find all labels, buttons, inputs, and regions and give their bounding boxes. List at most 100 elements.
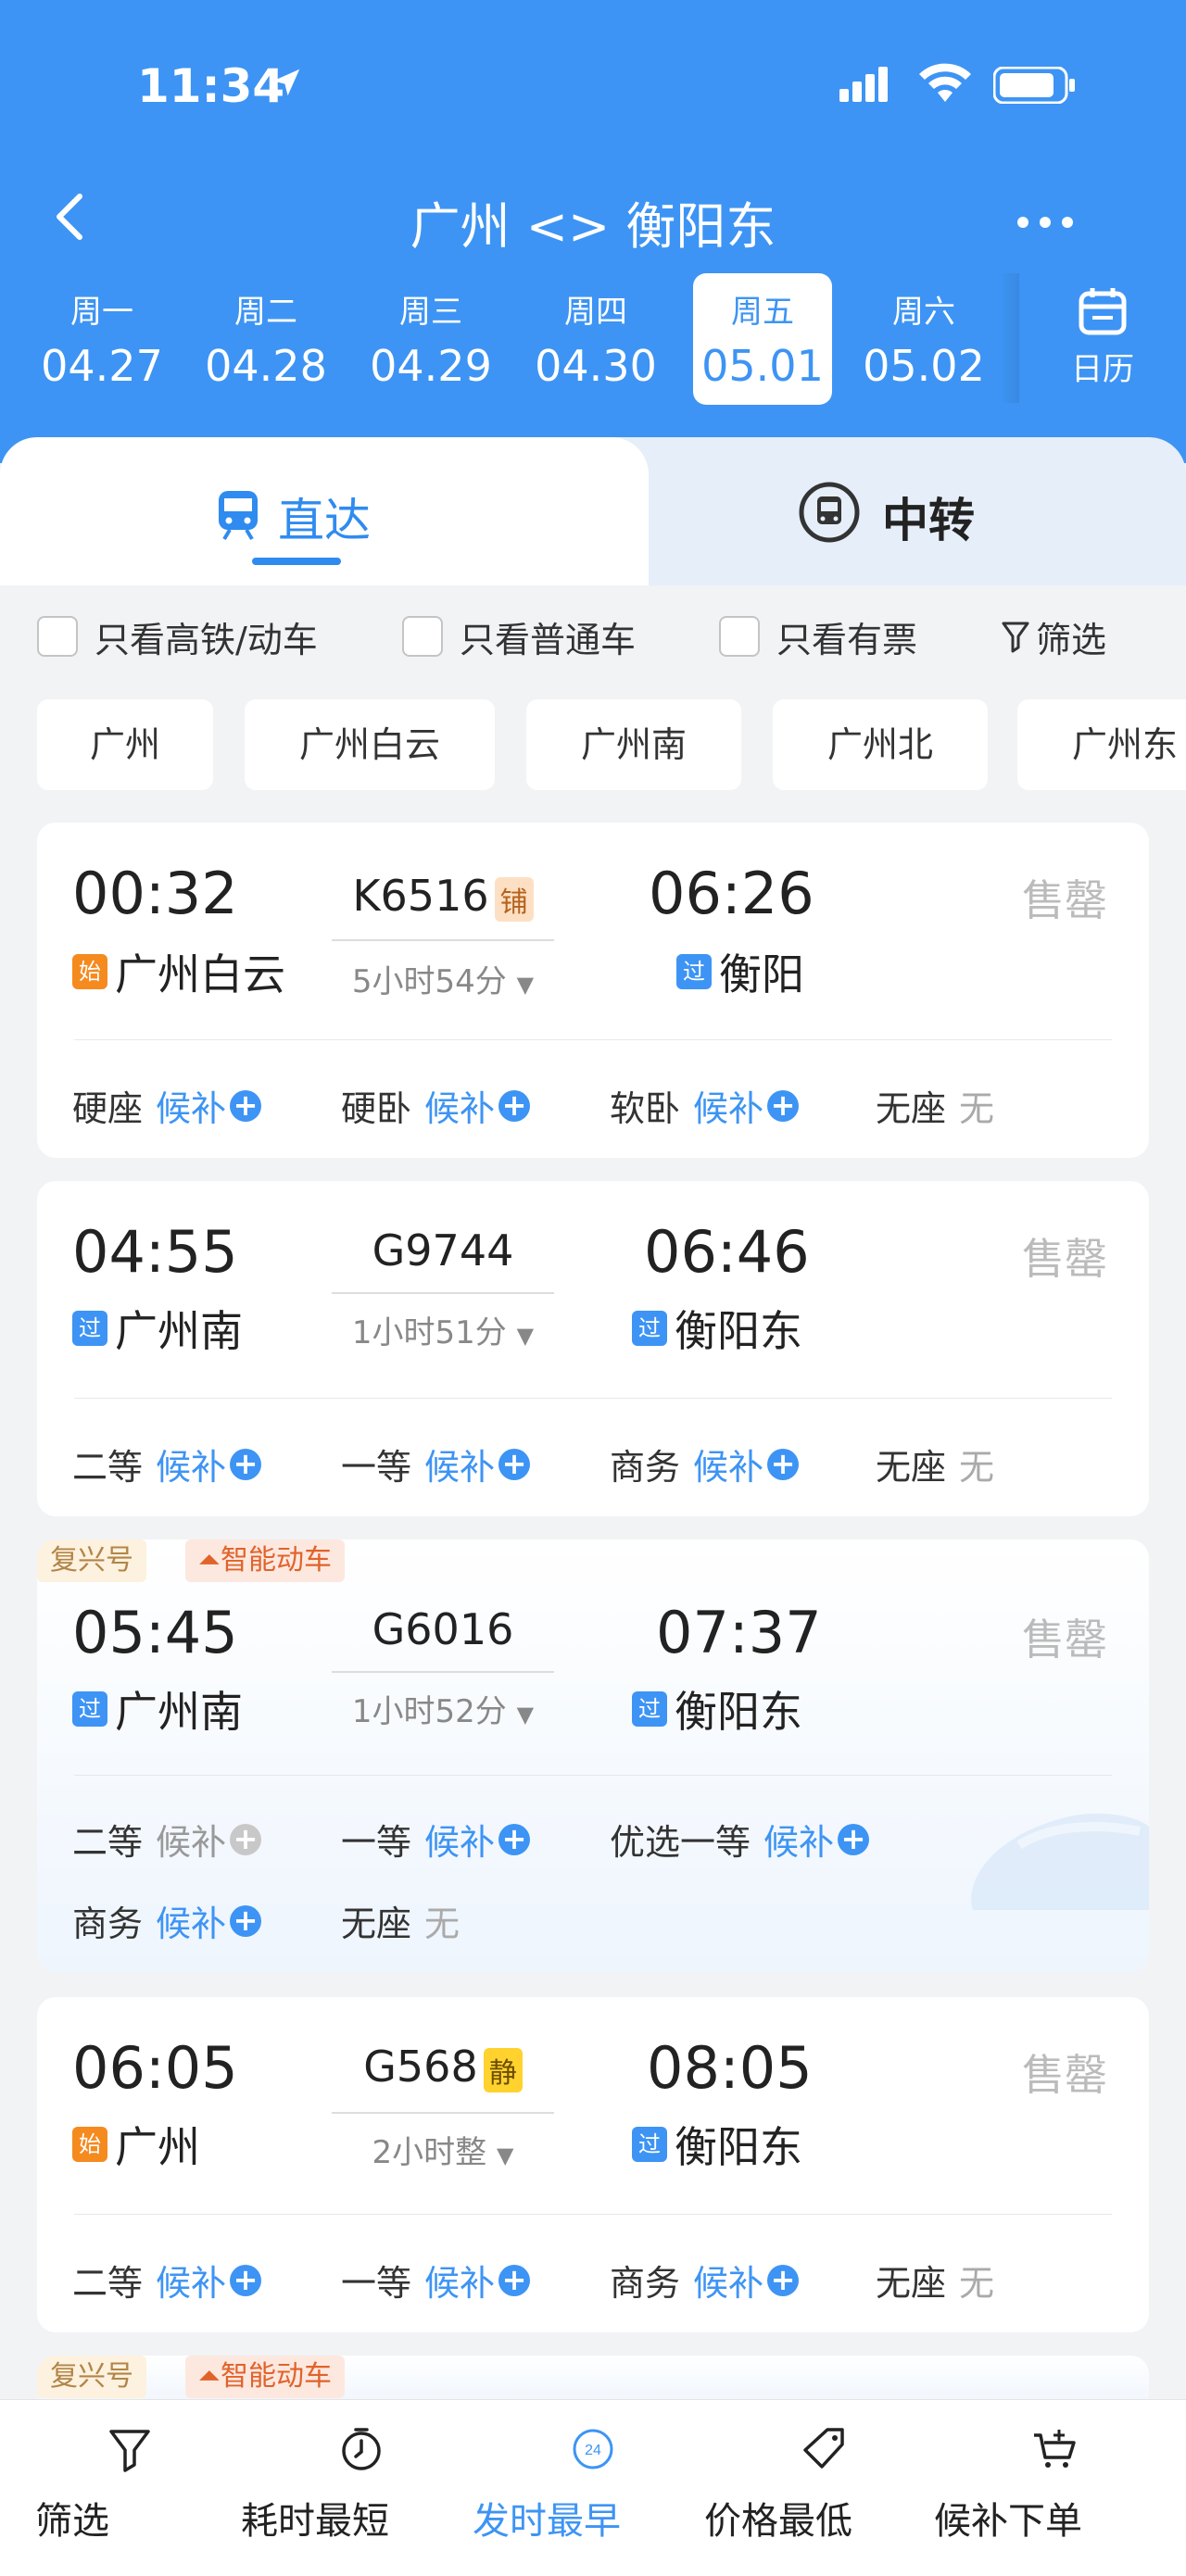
seat-option[interactable]: 优选一等 候补 + [610,1814,870,1865]
seat-state: 候补 [693,1447,764,1488]
seat-option[interactable]: 一等 候补 + [341,1439,531,1489]
date-item[interactable]: 周三 04.29 [361,273,500,403]
seat-name: 软卧 [610,1088,681,1129]
calendar-button[interactable]: 日历 [1019,273,1186,403]
seat-option[interactable]: 商务 候补 + [610,1439,800,1489]
station-chip[interactable]: 广州白云 [245,699,495,790]
wifi-icon [919,63,971,102]
plus-icon: + [767,1448,800,1480]
chevron-down-icon: ▼ [516,972,535,998]
seat-state: 候补 [156,1447,227,1488]
arrival-station: 过衡阳东 [632,1678,802,1740]
train-card[interactable]: 06:05 始广州 G568 静 2小时整 ▼ 08:05 过衡阳东 售罄 二等候… [37,1997,1149,2332]
seat-name: 商务 [610,1447,681,1488]
waitlist-order-button[interactable]: 候补下单 [934,2400,1173,2576]
location-arrow-icon [272,69,300,96]
seat-name: 硬卧 [341,1088,412,1129]
train-number: G6016 [332,1604,554,1654]
bottom-toolbar: 筛选 耗时最短 24 发时最早 价格最低 候补下单 [0,2399,1186,2576]
sold-out-label: 售罄 [1022,1234,1107,1284]
seat-name: 一等 [341,1822,412,1863]
duration[interactable]: 1小时52分 ▼ [332,1686,554,1731]
arrival-station: 过衡阳东 [632,1298,802,1359]
available-only-checkbox[interactable]: 只看有票 [719,613,917,660]
duration[interactable]: 1小时51分 ▼ [332,1307,554,1352]
duration[interactable]: 2小时整 ▼ [332,2127,554,2172]
seat-option[interactable]: 硬卧 候补 + [341,1080,531,1131]
date-item[interactable]: 周四 04.30 [526,273,665,403]
bottom-label: 价格最低 [704,2500,852,2543]
train-icon [219,491,258,541]
calendar-label: 日历 [1071,351,1134,388]
duration-text: 2小时整 [372,2134,487,2171]
divider [74,1398,1112,1399]
train-mini-icon: ⏶ [198,2360,221,2393]
seat-option[interactable]: 一等 候补 + [341,1814,531,1865]
normal-only-checkbox[interactable]: 只看普通车 [402,613,636,660]
date-item[interactable]: 周六 05.02 [854,273,993,403]
station-chip[interactable]: 广州南 [526,699,741,790]
date-value: 04.29 [370,341,492,391]
station-chips: 广州 广州白云 广州南 广州北 广州东 [0,699,1186,790]
plus-icon: + [498,1823,531,1855]
highspeed-only-checkbox[interactable]: 只看高铁/动车 [37,613,318,660]
station-chip[interactable]: 广州东 [1017,699,1186,790]
departure-station: 始广州 [72,2114,200,2175]
filter-icon [109,2430,150,2472]
pass-tag: 过 [632,2127,667,2162]
seat-option[interactable]: 二等 候补 + [72,1439,262,1489]
duration-text: 1小时51分 [351,1314,507,1351]
plus-icon: + [230,1448,262,1480]
duration-text: 1小时52分 [351,1693,507,1730]
station-chip[interactable]: 广州 [37,699,213,790]
train-mini-icon: ⏶ [198,1544,221,1577]
more-icon[interactable] [1010,187,1084,243]
seat-option[interactable]: 硬座 候补 + [72,1080,262,1131]
train-number: G9744 [332,1225,554,1275]
tab-direct-label: 直达 [278,494,371,547]
seat-name: 商务 [610,2263,681,2304]
seat-state: 无 [959,1088,995,1129]
pass-tag: 过 [72,1691,107,1727]
duration[interactable]: 5小时54分 ▼ [332,956,554,1001]
sort-duration-button[interactable]: 耗时最短 [241,2400,480,2576]
seat-option[interactable]: 商务 候补 + [610,2255,800,2306]
date-weekday: 周四 [564,294,627,331]
date-item[interactable]: 周一 04.27 [32,273,171,403]
tab-transfer[interactable]: 中转 [584,437,1186,585]
route-line [332,1292,554,1294]
seat-option[interactable]: 软卧 候补 + [610,1080,800,1131]
24h-icon-text: 24 [585,2443,601,2458]
tab-direct[interactable]: 直达 [0,437,649,585]
checkbox-box [37,616,78,657]
station-chip[interactable]: 广州北 [773,699,988,790]
nav-bar: 广州 <> 衡阳东 [0,176,1186,259]
plus-icon: + [230,1823,262,1855]
seat-option[interactable]: 商务 候补 + [72,1895,262,1946]
smart-emu-text: 智能动车 [221,1544,332,1577]
train-card[interactable]: 04:55 过广州南 G9744 1小时51分 ▼ 06:46 过衡阳东 售罄 … [37,1181,1149,1516]
seat-state: 候补 [424,1447,496,1488]
date-item-selected[interactable]: 周五 05.01 [693,273,832,405]
back-arrow-icon[interactable] [44,189,100,245]
seat-option: 无座无 [341,1895,460,1946]
date-item[interactable]: 周二 04.28 [196,273,335,403]
bottom-filter-button[interactable]: 筛选 [11,2400,248,2576]
chevron-down-icon: ▼ [516,1323,535,1349]
station-name: 广州南 [115,1687,243,1737]
sort-price-button[interactable]: 价格最低 [704,2400,943,2576]
seat-option[interactable]: 二等 候补 + [72,1814,262,1865]
sort-earliest-button[interactable]: 24 发时最早 [473,2400,712,2576]
train-card[interactable]: 复兴号 ⏶智能动车 05:45 过广州南 G6016 1小时52分 ▼ 07:3… [37,1539,1149,1973]
seat-option[interactable]: 一等 候补 + [341,2255,531,2306]
station-name: 广州白云 [115,949,285,999]
arrival-time: 07:37 [656,1599,822,1666]
pass-tag: 过 [632,1691,667,1727]
seat-option: 无座无 [876,1080,994,1131]
filter-label: 筛选 [1036,619,1107,660]
filter-link[interactable]: 筛选 [1001,613,1106,660]
train-card[interactable]: 00:32 始广州白云 K6516 铺 5小时54分 ▼ 06:26 过衡阳 售罄… [37,823,1149,1158]
seat-option[interactable]: 二等 候补 + [72,2255,262,2306]
tab-transfer-label: 中转 [882,494,975,547]
chevron-down-icon: ▼ [516,1702,535,1728]
